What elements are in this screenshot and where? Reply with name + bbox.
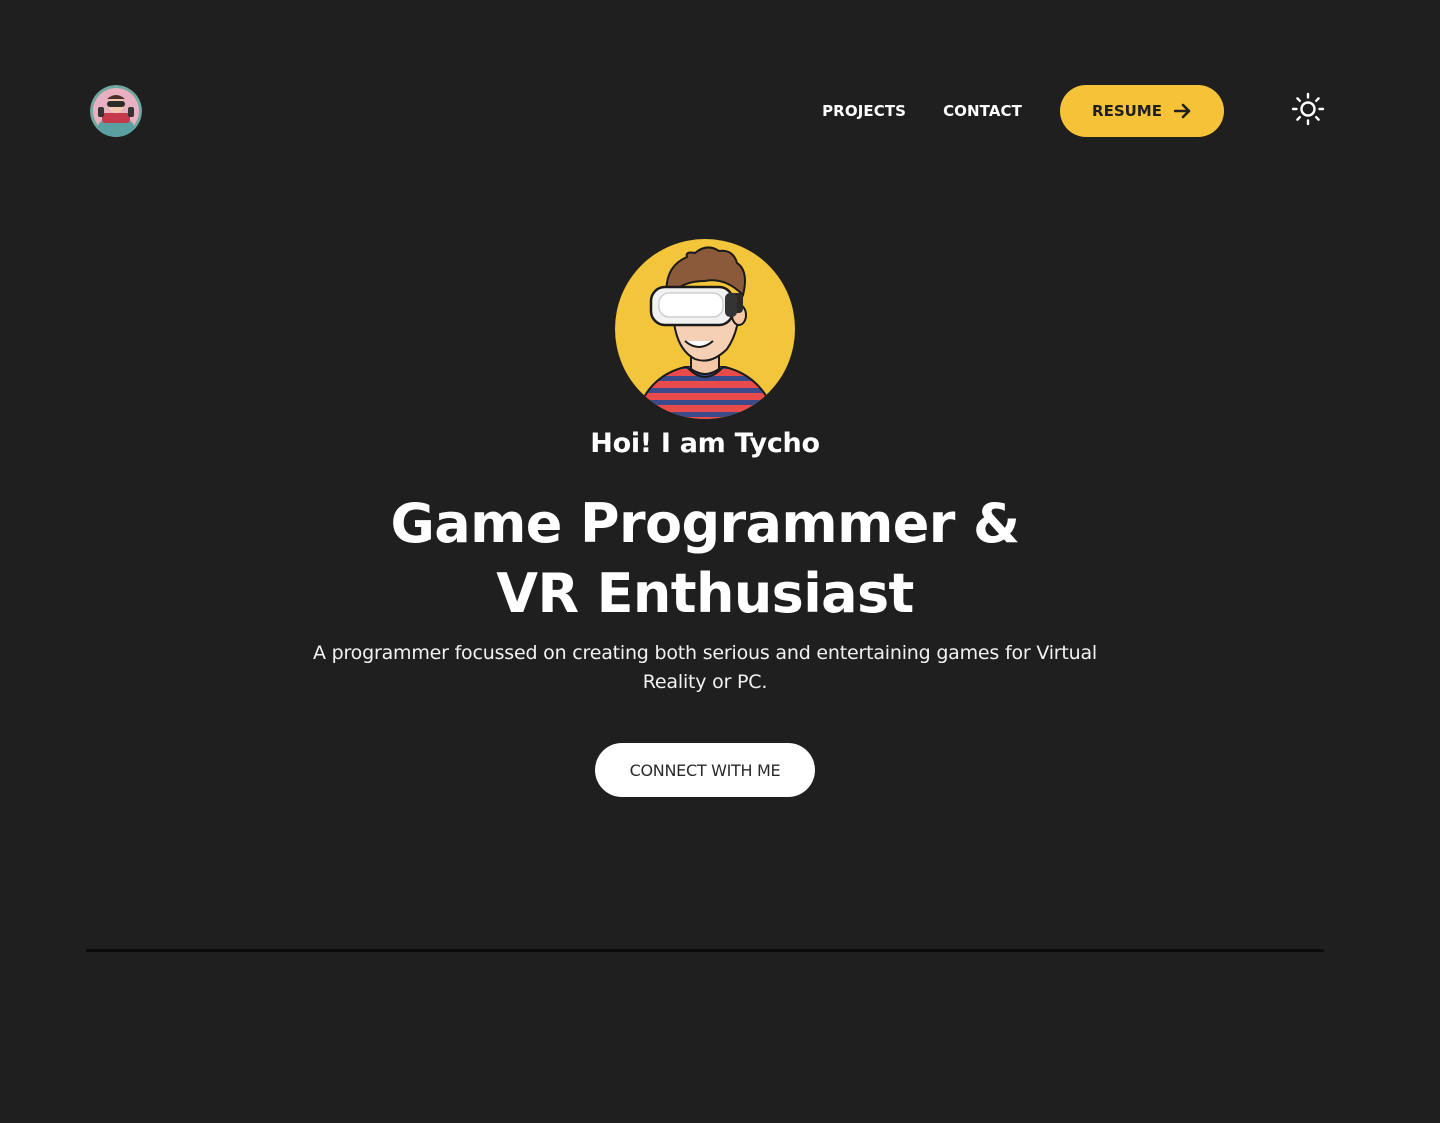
hero-subtitle: A programmer focussed on creating both s… <box>312 642 1098 693</box>
site-header: PROJECTS CONTACT RESUME <box>90 85 1326 137</box>
theme-toggle-button[interactable] <box>1290 92 1326 130</box>
resume-button[interactable]: RESUME <box>1060 85 1224 137</box>
main-nav: PROJECTS CONTACT RESUME <box>822 85 1326 137</box>
arrow-right-icon <box>1173 103 1192 119</box>
sun-icon <box>1291 92 1325 130</box>
hero-headline: Game Programmer & VR Enthusiast <box>0 489 1425 629</box>
connect-with-me-button[interactable]: CONNECT WITH ME <box>595 743 815 797</box>
hero-subtitle-container: A programmer focussed on creating both s… <box>0 639 1425 697</box>
nav-projects-link[interactable]: PROJECTS <box>822 102 906 120</box>
resume-button-label: RESUME <box>1092 102 1162 120</box>
nav-contact-link[interactable]: CONTACT <box>943 102 1022 120</box>
logo-avatar-icon[interactable] <box>90 85 142 137</box>
page: PROJECTS CONTACT RESUME Hoi! I am Tycho … <box>0 0 1440 1123</box>
hero-headline-line-2: VR Enthusiast <box>496 562 914 625</box>
hero-avatar-vr-headset-icon <box>615 237 795 421</box>
hero-greeting: Hoi! I am Tycho <box>590 428 820 459</box>
hero-headline-line-1: Game Programmer & <box>390 492 1021 555</box>
section-divider <box>86 949 1324 952</box>
